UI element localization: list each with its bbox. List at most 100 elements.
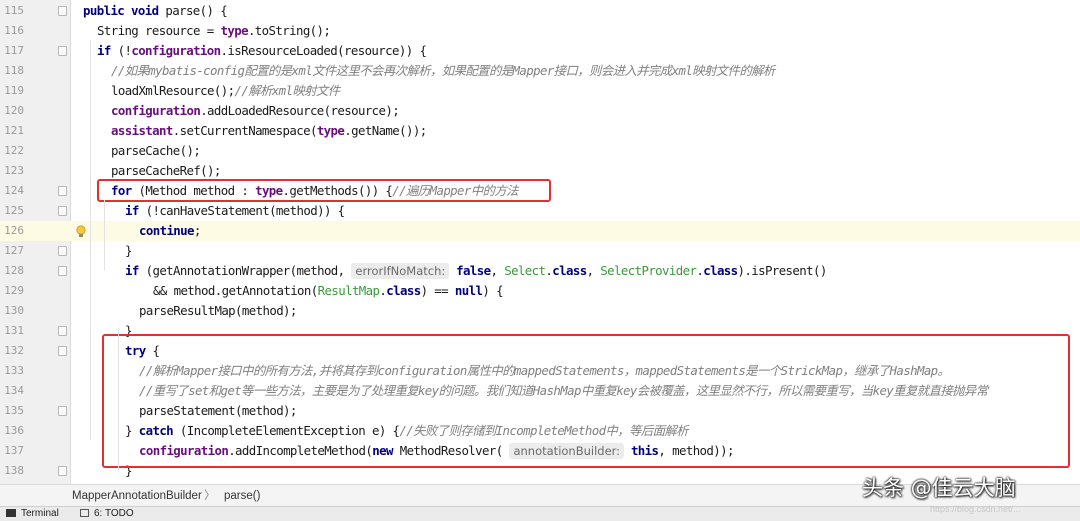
code-token: Select (504, 263, 546, 278)
code-line[interactable]: 118 //如果mybatis-config配置的是xml文件这里不会再次解析，如… (0, 61, 1080, 81)
fold-icon[interactable] (58, 206, 67, 216)
code-token: (getAnnotationWrapper(method, (138, 263, 352, 278)
code-text: if (!configuration.isResourceLoaded(reso… (97, 41, 427, 61)
code-token: ; (193, 223, 201, 238)
code-text: loadXmlResource();//解析xml映射文件 (111, 81, 340, 101)
fold-icon[interactable] (58, 466, 67, 476)
code-token: void (131, 3, 159, 18)
indent-guide (90, 40, 91, 440)
code-line[interactable]: 119 loadXmlResource();//解析xml映射文件 (0, 81, 1080, 101)
code-token: loadXmlResource(); (111, 83, 235, 98)
code-line[interactable]: 127} (0, 241, 1080, 261)
code-line[interactable]: 126 continue; (0, 221, 1080, 241)
code-line[interactable]: 123 parseCacheRef(); (0, 161, 1080, 181)
fold-icon[interactable] (58, 326, 67, 336)
comment-token: //解析xml映射文件 (234, 83, 340, 98)
annotation-box-for-loop (97, 179, 551, 202)
fold-icon[interactable] (58, 406, 67, 416)
fold-icon[interactable] (58, 266, 67, 276)
fold-icon[interactable] (58, 246, 67, 256)
code-line[interactable]: 116 String resource = type.toString(); (0, 21, 1080, 41)
line-number: 121 (4, 124, 24, 137)
code-token: parseCacheRef(); (111, 163, 221, 178)
terminal-tab-label: Terminal (21, 508, 59, 519)
line-number: 120 (4, 104, 24, 117)
code-token: configuration (131, 43, 221, 58)
code-text: } (125, 241, 132, 261)
code-token: null (454, 283, 483, 298)
code-token: parseCache(); (111, 143, 201, 158)
watermark-text: 头条 @佳云大脑 (862, 476, 1016, 500)
code-token: , (586, 263, 601, 278)
breadcrumb-separator: 〉 (204, 490, 216, 502)
code-text: assistant.setCurrentNamespace(type.getNa… (111, 121, 427, 141)
code-editor[interactable]: 115 public void parse() { 116 String resour… (0, 0, 1080, 484)
code-token: , (490, 263, 505, 278)
code-token: parse() { (158, 3, 228, 18)
todo-tab[interactable]: 6: TODO (80, 507, 134, 521)
code-token: type (220, 23, 248, 38)
fold-icon[interactable] (58, 46, 67, 56)
annotation-box-try-block (102, 334, 1070, 468)
line-number: 132 (4, 344, 24, 357)
code-token: .isResourceLoaded(resource)) { (220, 43, 427, 58)
comment-token: //如果mybatis-config配置的是xml文件这里不会再次解析，如果配置… (111, 63, 775, 78)
code-token: } (125, 243, 132, 258)
line-number: 135 (4, 404, 24, 417)
code-text: String resource = type.toString(); (97, 21, 331, 41)
line-number: 130 (4, 304, 24, 317)
lightbulb-icon[interactable] (76, 224, 86, 237)
code-token: configuration (111, 103, 201, 118)
code-token: (!canHaveStatement(method)) { (138, 203, 346, 218)
line-number: 115 (4, 4, 24, 17)
line-number: 125 (4, 204, 24, 217)
parameter-hint: errorIfNoMatch: (351, 263, 450, 279)
code-token: .addLoadedResource(resource); (200, 103, 400, 118)
code-line[interactable]: 120 configuration.addLoadedResource(resou… (0, 101, 1080, 121)
code-token: false (456, 263, 491, 278)
line-number: 123 (4, 164, 24, 177)
code-token: ).isPresent() (737, 263, 828, 278)
breadcrumb-method[interactable]: parse() (224, 485, 260, 507)
code-line[interactable]: 117 if (!configuration.isResourceLoaded(r… (0, 41, 1080, 61)
code-line[interactable]: 121 assistant.setCurrentNamespace(type.ge… (0, 121, 1080, 141)
code-token: if (125, 203, 139, 218)
code-token: type (316, 123, 345, 138)
terminal-tab[interactable]: Terminal (6, 507, 59, 521)
line-number: 124 (4, 184, 24, 197)
code-token: .getName()); (344, 123, 427, 138)
line-number: 131 (4, 324, 24, 337)
code-text: if (getAnnotationWrapper(method, errorIf… (125, 261, 827, 281)
tool-window-bar: Terminal 6: TODO (0, 506, 1080, 521)
line-number: 138 (4, 464, 24, 477)
code-line[interactable]: 115 public void parse() { (0, 1, 1080, 21)
code-text: if (!canHaveStatement(method)) { (125, 201, 345, 221)
todo-tab-label: 6: TODO (94, 508, 134, 519)
code-token: continue (139, 223, 194, 238)
indent-guide (118, 330, 119, 470)
code-line[interactable]: 125 if (!canHaveStatement(method)) { (0, 201, 1080, 221)
code-text: continue; (139, 221, 201, 241)
code-text: parseResultMap(method); (139, 301, 297, 321)
code-token: class (386, 283, 421, 298)
code-token: .toString(); (247, 23, 331, 38)
breadcrumb-class[interactable]: MapperAnnotationBuilder (72, 485, 202, 507)
code-text: configuration.addLoadedResource(resource… (111, 101, 400, 121)
code-token: public (83, 3, 125, 18)
code-line[interactable]: 130 parseResultMap(method); (0, 301, 1080, 321)
code-line[interactable]: 128 if (getAnnotationWrapper(method, erro… (0, 261, 1080, 281)
watermark-url: https://blog.csdn.net/... (930, 504, 1021, 514)
fold-icon[interactable] (58, 346, 67, 356)
code-token: (! (110, 43, 132, 58)
line-number: 122 (4, 144, 24, 157)
code-text: parseCacheRef(); (111, 161, 221, 181)
fold-icon[interactable] (58, 186, 67, 196)
fold-icon[interactable] (58, 6, 67, 16)
code-line[interactable]: 129 && method.getAnnotation(ResultMap.cla… (0, 281, 1080, 301)
terminal-icon (6, 509, 16, 517)
code-token: assistant (111, 123, 173, 138)
todo-icon (80, 509, 89, 517)
line-number: 127 (4, 244, 24, 257)
code-token: class (552, 263, 587, 278)
code-line[interactable]: 122 parseCache(); (0, 141, 1080, 161)
